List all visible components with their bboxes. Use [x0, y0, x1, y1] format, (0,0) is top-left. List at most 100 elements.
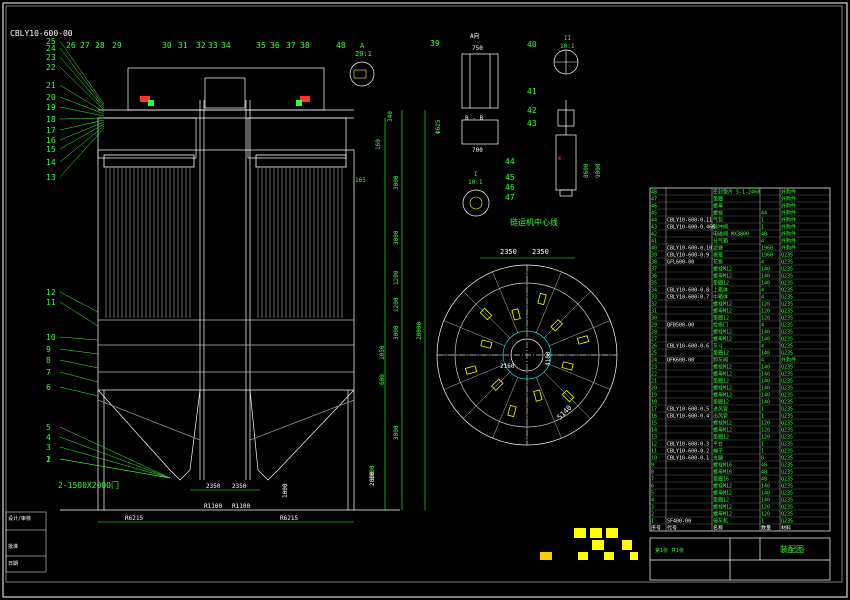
bom-cell: CBLY10-600-0.9	[667, 253, 709, 259]
leader-line	[59, 56, 105, 109]
svg-text:750: 750	[472, 45, 483, 52]
bom-cell: Q235	[781, 393, 793, 399]
bom-cell: 垫圈12	[713, 434, 729, 441]
bom-cell: 120	[761, 316, 770, 322]
bom-cell: CBLY10-600-0.4	[667, 414, 709, 420]
bom-cell: 输灰机	[713, 518, 728, 525]
leader-line	[59, 301, 99, 327]
part-number: 13	[46, 173, 56, 182]
pulse-valve	[555, 100, 577, 197]
bom-cell: CBLY10-600-0.10	[667, 246, 712, 252]
part-number: 11	[46, 298, 56, 307]
bom-cell: 检修门	[713, 322, 728, 329]
bom-cell: 1960	[761, 246, 773, 252]
bom-cell: 1	[761, 218, 764, 224]
bom-cell: Q235	[781, 407, 793, 413]
part-number: 9	[46, 345, 51, 354]
svg-text:165: 165	[355, 177, 366, 184]
plan-bag-group	[507, 404, 517, 418]
bom-cell: 螺母M12	[713, 273, 732, 280]
leader-line	[59, 386, 99, 397]
part-number: 8	[46, 356, 51, 365]
bom-cell: 15	[651, 421, 657, 427]
bom-cell: Q235	[781, 386, 793, 392]
bom-cell: 4	[761, 295, 764, 301]
leader-line	[59, 123, 105, 150]
bom-cell: 螺母M12	[713, 490, 732, 497]
bom-cell: Q235	[781, 372, 793, 378]
svg-text:20000: 20000	[416, 322, 423, 340]
bom-cell: Q235	[781, 400, 793, 406]
bom-cell: 8	[651, 470, 654, 476]
bom-cell: 螺母M12	[713, 511, 732, 518]
bom-cell: 140	[761, 393, 770, 399]
plan-bag-group	[537, 292, 547, 306]
bom-cell: 140	[761, 365, 770, 371]
part-number: 23	[46, 53, 56, 62]
tube-plate-right	[255, 154, 347, 168]
bom-cell: CBLY10-600-0.11	[667, 218, 712, 224]
bottom-left-labels: 设计/审核 批准 日期	[8, 515, 31, 567]
filter-bags-right	[257, 168, 343, 318]
svg-text:2350: 2350	[532, 248, 549, 256]
svg-text:10:1: 10:1	[468, 179, 483, 186]
bom-cell: Q235	[781, 449, 793, 455]
bom-cell: 33	[651, 295, 657, 301]
bom-cell: QFB500-00	[667, 323, 694, 329]
bom-cell: 39	[651, 253, 657, 259]
bom-cell: CBLY10-600-0.7	[667, 295, 709, 301]
bom-cell: 垫圈	[713, 196, 723, 203]
bom-cell: 140	[761, 379, 770, 385]
leader-line	[59, 458, 171, 479]
plan-bag-group	[464, 365, 478, 375]
bom-cell: 36	[651, 274, 657, 280]
svg-text:1050: 1050	[379, 345, 386, 360]
svg-text:4100: 4100	[545, 351, 552, 366]
bom-cell: 31	[651, 309, 657, 315]
plan-bag-group	[511, 308, 521, 321]
bom-cell: 4	[761, 323, 764, 329]
svg-text:700: 700	[472, 147, 483, 154]
svg-text:48: 48	[336, 41, 346, 50]
bom-cell: 垫圈12	[713, 497, 729, 504]
leader-line	[59, 291, 99, 313]
bom-cell: 8	[761, 456, 764, 462]
part-number: 1	[46, 455, 51, 464]
plan-spoke	[543, 291, 591, 339]
bom-cell: 外购件	[781, 210, 796, 217]
bom-cell: 袋笼	[713, 252, 723, 259]
bom-cell: 7	[651, 477, 654, 483]
bom-cell: Q235	[781, 337, 793, 343]
bom-cell: Q235	[781, 309, 793, 315]
bom-cell: Q235	[781, 302, 793, 308]
svg-text:Φ625: Φ625	[435, 119, 442, 134]
bom-cell: Q235	[781, 288, 793, 294]
part-number: 16	[46, 136, 56, 145]
bom-cell: 螺栓M16	[713, 462, 732, 469]
svg-text:日期: 日期	[8, 561, 18, 567]
bom-cell: 43	[651, 225, 657, 231]
bom-cell: Q235	[781, 491, 793, 497]
bom-cell: Q235	[781, 421, 793, 427]
bom-cell: 螺栓M12	[713, 504, 732, 511]
svg-text:44: 44	[505, 157, 515, 166]
svg-text:2350: 2350	[500, 248, 517, 256]
svg-text:3000: 3000	[393, 325, 400, 340]
bom-cell: 140	[761, 386, 770, 392]
svg-text:41: 41	[527, 87, 537, 96]
svg-text:40: 40	[527, 40, 537, 49]
bom-cell: CBLY10-600-0.466	[667, 225, 715, 231]
bom-cell: Q235	[781, 463, 793, 469]
leader-line	[59, 125, 105, 163]
bom-header-cell: 名称	[713, 525, 723, 532]
bom-cell: 4	[761, 288, 764, 294]
bom-cell: 螺栓M12	[713, 364, 732, 371]
leader-line	[59, 47, 105, 107]
bom-cell: 11	[651, 449, 657, 455]
part-number: 4	[46, 433, 51, 442]
bom-cell: 中箱体	[713, 294, 728, 301]
bom-cell: CBLY10-600-0.6	[667, 344, 709, 350]
svg-text:10:1: 10:1	[560, 43, 575, 50]
svg-text:R6215: R6215	[280, 515, 298, 522]
valve-mark: ⊕	[558, 155, 562, 162]
